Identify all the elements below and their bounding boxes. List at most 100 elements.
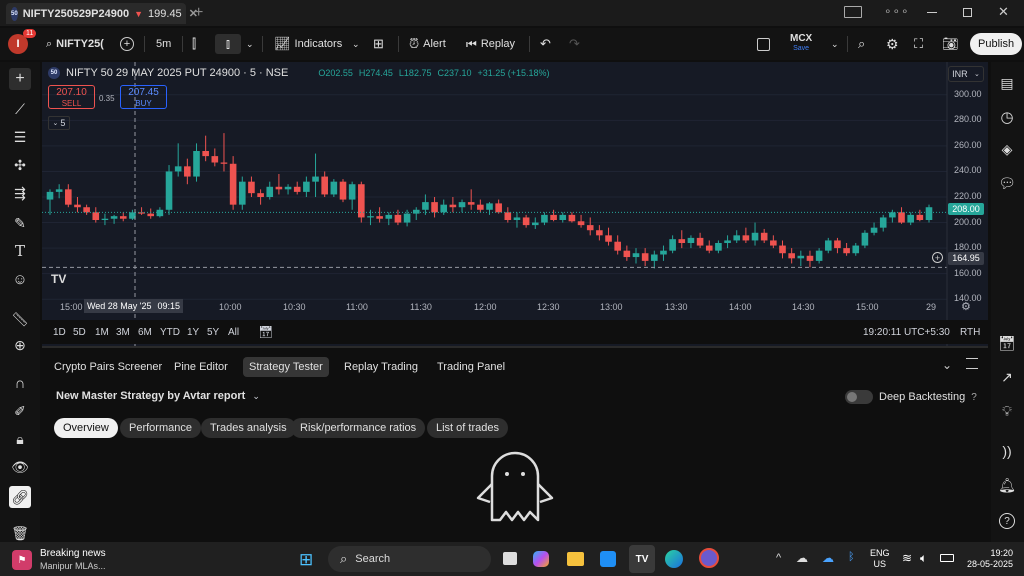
axis-settings-gear-icon[interactable]: ⚙︎ bbox=[961, 300, 971, 313]
goto-date-calendar-icon[interactable]: 📅︎ bbox=[258, 325, 273, 339]
range-button-5d[interactable]: 5D bbox=[73, 327, 86, 338]
fib-lines-icon[interactable]: ☰ bbox=[9, 126, 31, 148]
close-window-icon[interactable]: ✕ bbox=[998, 4, 1009, 20]
panel-tab[interactable]: Replay Trading bbox=[338, 357, 424, 377]
clock-alerts-icon[interactable]: ◷ bbox=[996, 106, 1018, 128]
settings-gear-icon[interactable]: ⚙︎ bbox=[886, 34, 899, 54]
sell-button[interactable]: 207.10 SELL bbox=[48, 85, 95, 109]
lock-drawings-pencil-icon[interactable]: ✐ bbox=[9, 400, 31, 422]
lightbulb-icon[interactable]: 💡︎ bbox=[996, 400, 1018, 422]
report-tab-pill[interactable]: Performance bbox=[120, 418, 201, 438]
user-avatar[interactable]: I 11 bbox=[8, 29, 37, 54]
crosshair-icon[interactable]: + bbox=[9, 68, 31, 90]
candles-icon[interactable]: ⫾ bbox=[215, 34, 241, 54]
more-options-icon[interactable]: ∘∘∘ bbox=[884, 4, 910, 18]
new-tab-icon[interactable]: + bbox=[194, 4, 203, 22]
compare-add-icon[interactable]: + bbox=[120, 34, 134, 54]
publish-button[interactable]: Publish bbox=[970, 33, 1023, 55]
info-help-icon[interactable]: ? bbox=[971, 392, 977, 403]
copilot-icon[interactable] bbox=[533, 551, 549, 567]
window-layout-icon[interactable] bbox=[844, 6, 862, 18]
panel-tab[interactable]: Crypto Pairs Screener bbox=[48, 357, 168, 377]
minimize-icon[interactable] bbox=[927, 12, 937, 13]
panel-tab[interactable]: Pine Editor bbox=[168, 357, 234, 377]
magnet-icon[interactable]: ∩ bbox=[9, 372, 31, 394]
panel-tab[interactable]: Trading Panel bbox=[431, 357, 511, 377]
snapshot-camera-icon[interactable]: 📷︎ bbox=[942, 34, 959, 54]
currency-select[interactable]: INR ⌄ bbox=[948, 66, 984, 82]
alert-button[interactable]: ⏰︎ Alert bbox=[409, 34, 446, 54]
undo-icon[interactable]: ↶ bbox=[540, 34, 551, 54]
redo-icon[interactable]: ↷ bbox=[569, 34, 580, 54]
language-indicator[interactable]: ENG US bbox=[870, 548, 890, 570]
bar-style-icon[interactable]: ⫿ bbox=[192, 34, 196, 54]
range-button-6m[interactable]: 6M bbox=[138, 327, 152, 338]
maximize-panel-icon[interactable] bbox=[966, 358, 978, 369]
panel-divider[interactable] bbox=[42, 346, 988, 348]
chart-symbol-title[interactable]: NIFTY 50 29 MAY 2025 PUT 24900 · 5 · NSE bbox=[66, 67, 288, 79]
notifications-bell-icon[interactable]: 🔔︎ bbox=[996, 474, 1018, 496]
indicators-button[interactable]: 📈︎ Indicators bbox=[274, 34, 342, 54]
fullscreen-box-icon[interactable] bbox=[757, 34, 770, 54]
timeframe-button[interactable]: 5m bbox=[156, 34, 171, 54]
report-tab-pill[interactable]: Overview bbox=[54, 418, 118, 438]
forecast-icon[interactable]: ⇶ bbox=[9, 182, 31, 204]
help-icon[interactable]: ? bbox=[996, 510, 1018, 532]
range-button-3m[interactable]: 3M bbox=[116, 327, 130, 338]
collapse-panel-icon[interactable]: ⌄ bbox=[942, 358, 952, 372]
range-button-1d[interactable]: 1D bbox=[53, 327, 66, 338]
layout-save-button[interactable]: MCX Save bbox=[790, 34, 812, 54]
range-button-ytd[interactable]: YTD bbox=[160, 327, 180, 338]
edge-browser-icon[interactable] bbox=[665, 550, 683, 568]
system-clock[interactable]: 19:20 28-05-2025 bbox=[961, 548, 1013, 570]
toggle-switch[interactable] bbox=[845, 390, 873, 404]
news-widget[interactable]: ⚑ Breaking news Manipur MLAs... bbox=[12, 548, 106, 572]
report-tab-pill[interactable]: Risk/performance ratios bbox=[291, 418, 426, 438]
range-button-1y[interactable]: 1Y bbox=[187, 327, 199, 338]
watchlist-icon[interactable]: ▤ bbox=[996, 72, 1018, 94]
zoom-in-icon[interactable]: ⊕ bbox=[9, 334, 31, 356]
layouts-grid-icon[interactable]: ⊞ bbox=[373, 34, 384, 54]
hot-list-icon[interactable]: ↗ bbox=[996, 366, 1018, 388]
wifi-icon[interactable]: ≋ bbox=[902, 551, 912, 565]
quick-search-icon[interactable]: ⌕ bbox=[858, 34, 865, 54]
weather-icon[interactable]: ☁ bbox=[796, 551, 808, 565]
clock-readout[interactable]: 19:20:11 UTC+5:30 bbox=[863, 327, 950, 338]
range-button-1m[interactable]: 1M bbox=[95, 327, 109, 338]
range-button-5y[interactable]: 5Y bbox=[207, 327, 219, 338]
show-hidden-icons-chevron[interactable]: ^ bbox=[776, 552, 781, 564]
session-toggle[interactable]: RTH bbox=[960, 327, 980, 338]
broadcast-icon[interactable]: )) bbox=[996, 440, 1018, 462]
battery-icon[interactable] bbox=[940, 554, 954, 562]
lock-icon[interactable]: 🔒︎ bbox=[9, 428, 31, 450]
volume-icon[interactable]: 🔈︎ bbox=[920, 551, 927, 566]
range-button-all[interactable]: All bbox=[228, 327, 239, 338]
browser-tab[interactable]: 50 NIFTY250529P24900 ▼ 199.45 ✕ bbox=[6, 3, 198, 24]
report-tab-pill[interactable]: Trades analysis bbox=[201, 418, 296, 438]
onedrive-icon[interactable]: ☁ bbox=[822, 551, 834, 565]
candlestick-chart[interactable] bbox=[42, 62, 988, 346]
report-tab-pill[interactable]: List of trades bbox=[427, 418, 508, 438]
trendline-icon[interactable]: ⟋ bbox=[9, 98, 31, 120]
visibility-eye-icon[interactable]: 👁︎ bbox=[9, 456, 31, 478]
pattern-icon[interactable]: ✣ bbox=[9, 154, 31, 176]
brush-icon[interactable]: ✎ bbox=[9, 212, 31, 234]
chrome-browser-icon[interactable] bbox=[699, 548, 719, 568]
strategy-select[interactable]: New Master Strategy by Avtar report ⌄ bbox=[56, 390, 260, 402]
task-view-icon[interactable] bbox=[503, 552, 517, 565]
indicators-chevron-down-icon[interactable]: ⌄ bbox=[352, 34, 360, 54]
file-explorer-icon[interactable] bbox=[567, 552, 584, 566]
calendar-icon[interactable]: 📅︎ bbox=[996, 332, 1018, 354]
indicators-collapse-toggle[interactable]: ⌄ 5 bbox=[48, 116, 70, 130]
add-alert-plus-icon[interactable]: + bbox=[932, 252, 943, 263]
panel-tab[interactable]: Strategy Tester bbox=[243, 357, 329, 377]
restore-icon[interactable] bbox=[963, 8, 972, 17]
layers-icon[interactable]: ◈ bbox=[996, 138, 1018, 160]
replay-button[interactable]: ⏮︎ Replay bbox=[466, 34, 515, 54]
chat-icon[interactable]: 💬︎ bbox=[996, 172, 1018, 194]
trash-icon[interactable]: 🗑︎ bbox=[9, 522, 31, 544]
symbol-search[interactable]: ⌕ NIFTY25( bbox=[46, 34, 104, 54]
link-icon[interactable]: 🔗︎ bbox=[9, 486, 31, 508]
store-icon[interactable] bbox=[600, 551, 616, 567]
emoji-icon[interactable]: ☺ bbox=[9, 268, 31, 290]
